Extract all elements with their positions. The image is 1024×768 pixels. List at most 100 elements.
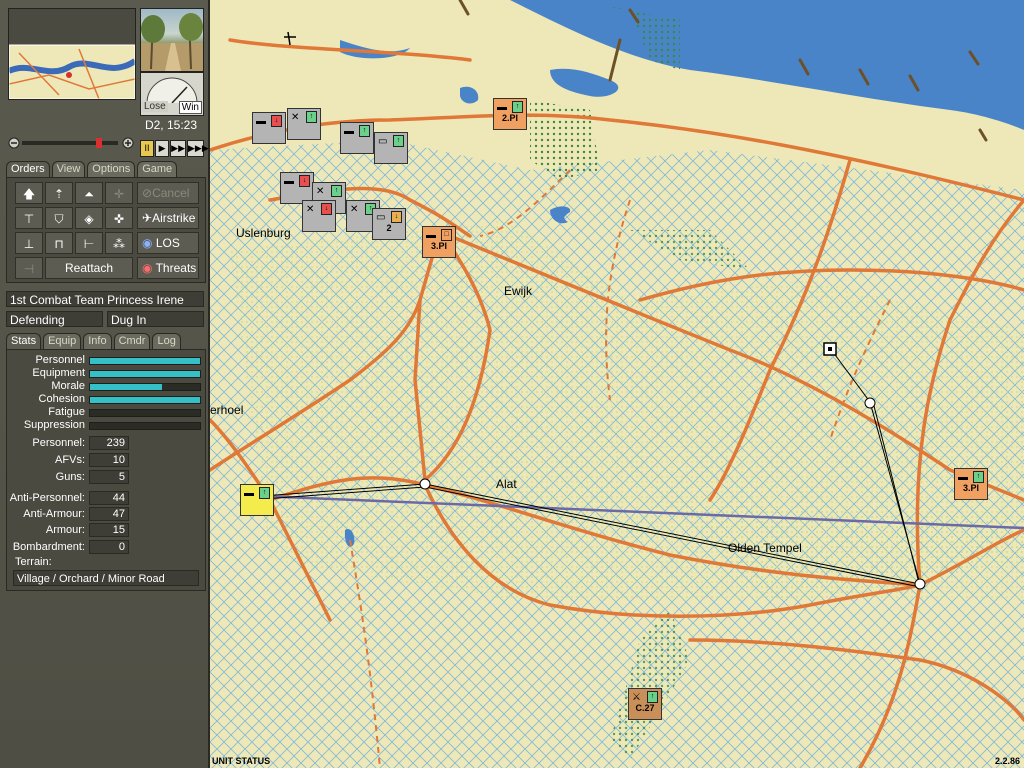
tab-stats[interactable]: Stats xyxy=(6,333,42,349)
counter-label: 2.Pl xyxy=(501,113,518,123)
stat-label: Cohesion xyxy=(38,393,85,405)
unit-counter[interactable]: ▬ ↑ xyxy=(340,122,374,154)
minimap[interactable] xyxy=(8,8,136,100)
num-value: 47 xyxy=(89,507,129,521)
cancel-button[interactable]: ⊘Cancel xyxy=(137,182,199,204)
orders-panel: 🡅 ⇡ ⏶ ✛ ⊤ ⛉ ◈ ✜ ⊥ ⊓ ⊢ ⁂ ⊣ Reattach ⊘Canc… xyxy=(6,177,206,283)
unit-photo xyxy=(140,8,204,72)
play-button[interactable]: ▶ xyxy=(155,140,170,157)
dig-in-icon[interactable]: ⊓ xyxy=(45,232,73,254)
unit-counter-3pl-east[interactable]: ▬ ↑ 3.Pl xyxy=(954,468,988,500)
num-label: Guns: xyxy=(55,471,85,483)
secure-icon[interactable]: ◈ xyxy=(75,207,103,229)
unit-counter[interactable]: ▬ ↓ xyxy=(252,112,286,144)
terrain-value: Village / Orchard / Minor Road xyxy=(13,570,199,586)
speed-controls: II ▶ ▶▶ ▶▶▶ xyxy=(140,140,209,157)
unit-status: Defending xyxy=(6,311,103,327)
recon-icon[interactable]: ✜ xyxy=(105,207,133,229)
airstrike-button[interactable]: ✈Airstrike xyxy=(137,207,199,229)
split-icon[interactable]: ⁂ xyxy=(105,232,133,254)
unit-status-icon: ↑ xyxy=(331,185,342,197)
fastest-button[interactable]: ▶▶▶ xyxy=(187,140,209,157)
unit-counter-c27[interactable]: ⚔ ↑ C.27 xyxy=(628,688,662,720)
stat-bar-fill xyxy=(90,384,162,390)
battle-map[interactable]: Uslenburg Ewijk Alat Olden Tempel erhoel… xyxy=(210,0,1024,768)
selected-unit-counter[interactable]: ▬ ↑ xyxy=(240,484,274,516)
map-label-ewijk: Ewijk xyxy=(504,284,533,298)
rest-icon[interactable]: ⊢ xyxy=(75,232,103,254)
num-value: 10 xyxy=(89,453,129,467)
map-label-olden-tempel: Olden Tempel xyxy=(728,541,802,555)
stat-bar-fill xyxy=(90,371,200,377)
control-panel: Lose Win D2, 15:23 II ▶ ▶▶ ▶▶▶ Orders Vi… xyxy=(0,0,210,768)
map-label-erhoel: erhoel xyxy=(210,403,244,417)
assault-icon[interactable]: ⇡ xyxy=(45,182,73,204)
tab-info[interactable]: Info xyxy=(83,333,112,349)
defend-icon[interactable]: ⊤ xyxy=(15,207,43,229)
tab-equip[interactable]: Equip xyxy=(43,333,82,349)
tab-view[interactable]: View xyxy=(51,161,86,177)
threats-label: Threats xyxy=(155,261,197,275)
detach-icon[interactable]: ⊣ xyxy=(15,257,43,279)
stat-fatigue: Fatigue xyxy=(7,406,205,419)
unit-counter[interactable]: ▭ ↓ 2 xyxy=(372,208,406,240)
stat-bar xyxy=(89,409,201,417)
num-label: Bombardment: xyxy=(12,541,85,553)
num-afvs: AFVs: 10 xyxy=(7,453,205,468)
version-label: 2.2.86 xyxy=(994,756,1020,766)
tab-log[interactable]: Log xyxy=(152,333,181,349)
unit-status-icon: ↑ xyxy=(259,487,270,499)
unit-name: 1st Combat Team Princess Irene Bde xyxy=(6,291,204,323)
bombard-icon[interactable]: ✛ xyxy=(105,182,133,204)
unit-counter[interactable]: ✕ ↑ xyxy=(287,108,321,140)
unit-counter[interactable]: ▭ ↑ xyxy=(374,132,408,164)
airstrike-icon: ✈ xyxy=(142,211,153,225)
unit-counter-3pl[interactable]: ▬ □ 3.Pl xyxy=(422,226,456,258)
counter-label: C.27 xyxy=(635,703,655,713)
unit-counter[interactable]: ✕ ↓ xyxy=(302,200,336,232)
num-anti-armour: Anti-Armour: 47 xyxy=(7,507,205,522)
num-value: 239 xyxy=(89,436,129,450)
unit-status-icon: □ xyxy=(441,229,452,241)
pause-button[interactable]: II xyxy=(140,140,155,157)
stat-label: Fatigue xyxy=(48,406,85,418)
tank-icon: ▬ xyxy=(344,126,354,137)
unit-status-icon: ↑ xyxy=(512,101,523,113)
terrain-label: Terrain: xyxy=(15,556,52,568)
victory-gauge: Lose Win xyxy=(140,72,204,116)
stat-bar xyxy=(89,370,201,378)
game-clock: D2, 15:23 xyxy=(144,118,198,132)
withdraw-icon[interactable]: ⊥ xyxy=(15,232,43,254)
tab-options[interactable]: Options xyxy=(87,161,136,177)
unit-status-icon: ↓ xyxy=(271,115,282,127)
stat-label: Morale xyxy=(51,380,85,392)
move-icon[interactable]: 🡅 xyxy=(15,182,43,204)
reattach-button[interactable]: Reattach xyxy=(45,257,133,279)
counter-label: 2 xyxy=(386,223,392,233)
num-value: 44 xyxy=(89,491,129,505)
unit-status-icon: ↑ xyxy=(647,691,658,703)
win-label: Win xyxy=(178,101,202,114)
infantry-icon: ✕ xyxy=(306,204,315,215)
info-tabs: Stats Equip Info Cmdr Log xyxy=(6,333,181,349)
unit-counter-2pl[interactable]: ▬ ↑ 2.Pl xyxy=(493,98,527,130)
probe-icon[interactable]: ⏶ xyxy=(75,182,103,204)
unit-status-icon: ↑ xyxy=(973,471,984,483)
fast-button[interactable]: ▶▶ xyxy=(170,140,186,157)
threats-button[interactable]: ◉ Threats xyxy=(137,257,199,279)
stat-bar xyxy=(89,383,201,391)
tab-game[interactable]: Game xyxy=(137,161,178,177)
time-slider[interactable] xyxy=(8,137,134,149)
tank-icon: ▬ xyxy=(284,176,294,187)
stat-equipment: Equipment xyxy=(7,367,205,380)
stats-panel: Personnel Equipment Morale Cohesion Fati… xyxy=(6,349,206,591)
num-label: AFVs: xyxy=(55,454,85,466)
truck-icon: ▭ xyxy=(376,212,386,223)
unit-status-icon: ↓ xyxy=(391,211,402,223)
delay-icon[interactable]: ⛉ xyxy=(45,207,73,229)
tank-icon: ▬ xyxy=(256,116,266,127)
los-button[interactable]: ◉ LOS xyxy=(137,232,199,254)
truck-icon: ▭ xyxy=(378,136,388,147)
tab-cmdr[interactable]: Cmdr xyxy=(113,333,151,349)
tab-orders[interactable]: Orders xyxy=(6,161,50,177)
